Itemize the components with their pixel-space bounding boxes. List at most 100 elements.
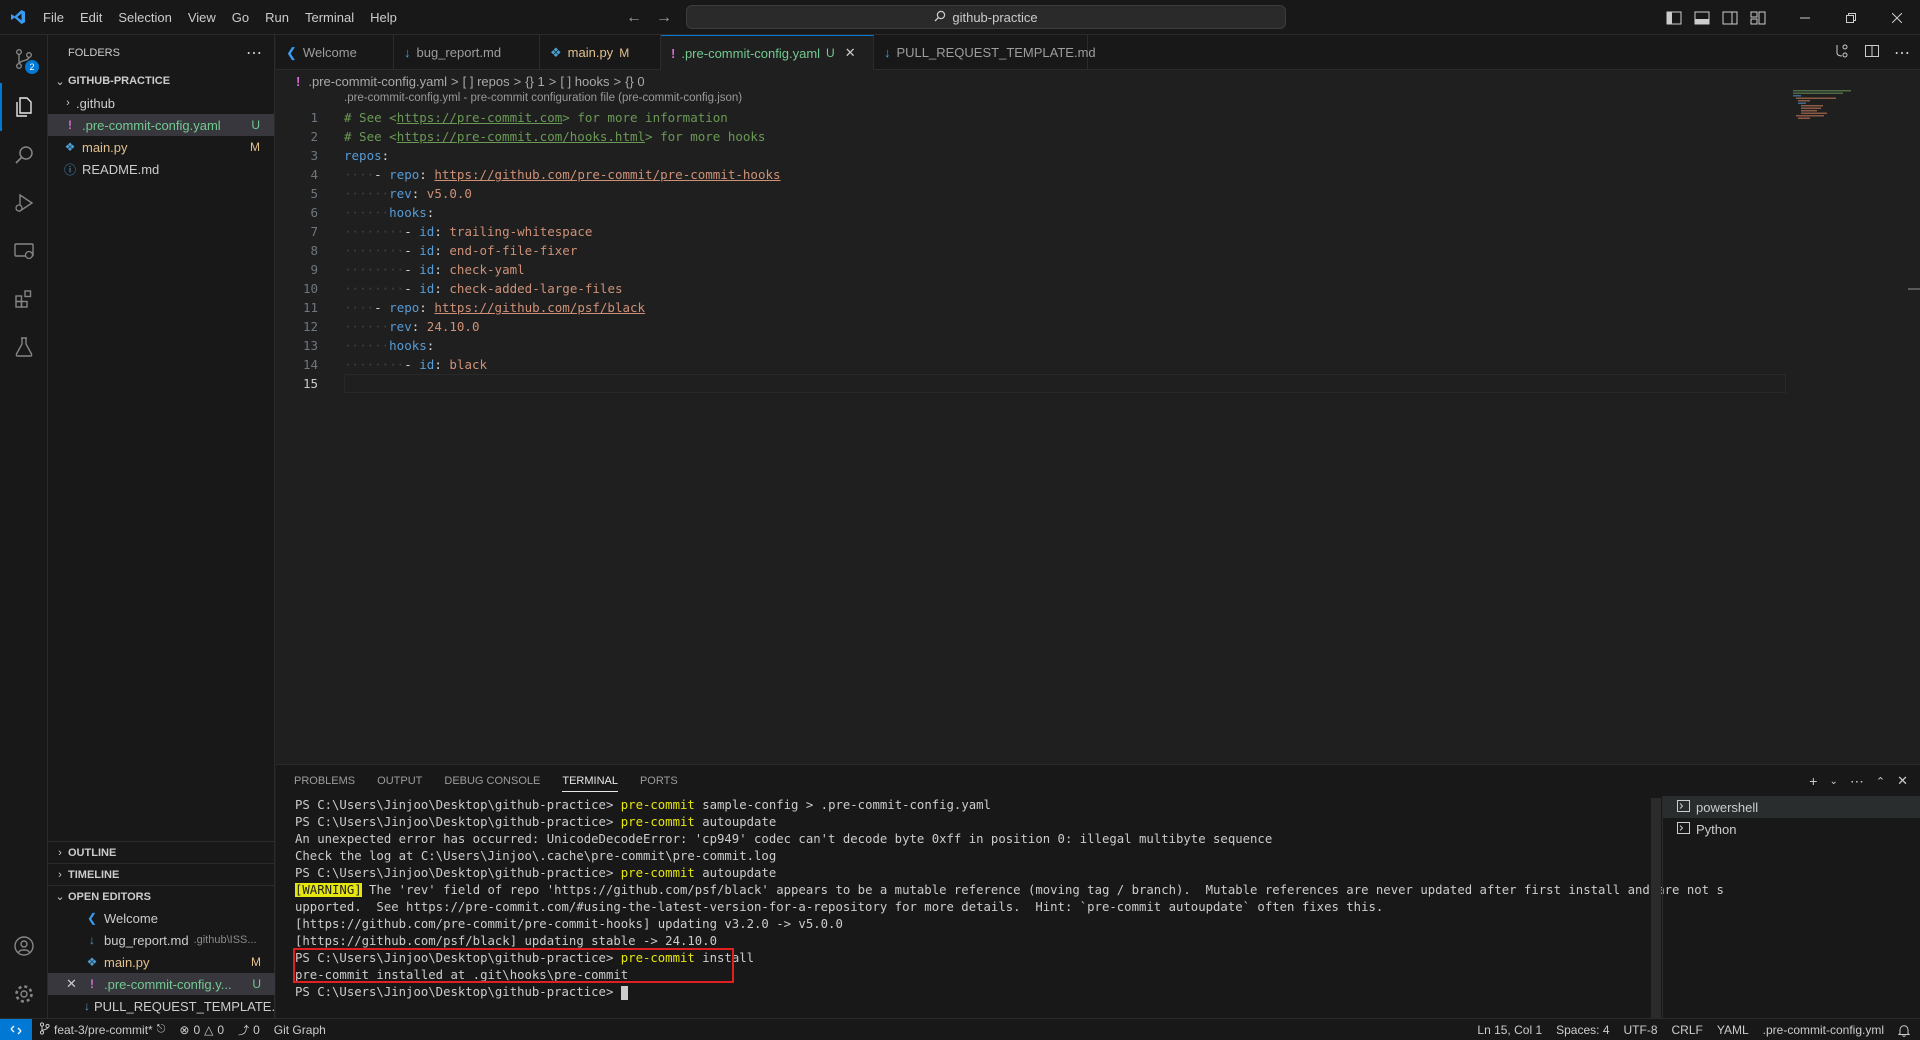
menu-terminal[interactable]: Terminal: [297, 0, 362, 35]
minimize-icon[interactable]: [1782, 0, 1828, 35]
tab-problems[interactable]: PROBLEMS: [294, 775, 355, 787]
command-center[interactable]: github-practice: [686, 5, 1286, 29]
code-link[interactable]: https://pre-commit.com: [397, 110, 563, 125]
tab-pr-template[interactable]: ↓ PULL_REQUEST_TEMPLATE.md: [874, 35, 1096, 70]
outline-section[interactable]: › OUTLINE: [48, 841, 275, 863]
breadcrumb-file[interactable]: .pre-commit-config.yaml: [308, 74, 447, 89]
code-link[interactable]: https://pre-commit.com/hooks.html: [397, 129, 645, 144]
open-editor-welcome[interactable]: ❮ Welcome: [48, 907, 275, 929]
menu-edit[interactable]: Edit: [72, 0, 110, 35]
branch-status[interactable]: feat-3/pre-commit* ⎋: [32, 1021, 172, 1038]
tab-welcome[interactable]: ❮ Welcome: [276, 35, 394, 70]
code-editor[interactable]: 1 # See <https://pre-commit.com> for mor…: [276, 108, 1786, 768]
minimap[interactable]: [1793, 90, 1853, 120]
accounts-icon[interactable]: [0, 922, 48, 970]
breadcrumb-item-0[interactable]: {} 0: [625, 74, 645, 89]
language-mode[interactable]: YAML: [1710, 1023, 1756, 1037]
code-link[interactable]: https://github.com/pre-commit/pre-commit…: [434, 167, 780, 182]
eol-status[interactable]: CRLF: [1665, 1023, 1710, 1037]
close-editor-icon[interactable]: ✕: [66, 976, 84, 992]
toggle-secondary-sidebar-icon[interactable]: [1716, 0, 1744, 35]
close-tab-icon[interactable]: ✕: [845, 45, 856, 61]
yaml-file-icon: !: [90, 977, 94, 991]
more-actions-icon[interactable]: ⋯: [246, 43, 262, 63]
terminal-item-powershell[interactable]: powershell: [1663, 796, 1920, 818]
menu-go[interactable]: Go: [224, 0, 257, 35]
more-actions-icon[interactable]: ⋯: [1894, 43, 1910, 63]
tab-debug-console[interactable]: DEBUG CONSOLE: [444, 775, 540, 787]
code-line: 1 # See <https://pre-commit.com> for mor…: [310, 110, 728, 125]
new-terminal-icon[interactable]: +: [1809, 773, 1817, 789]
python-file-icon: ❖: [86, 955, 98, 969]
tab-bug-report[interactable]: ↓ bug_report.md: [394, 35, 540, 70]
tab-main-py[interactable]: ❖ main.py M: [540, 35, 661, 70]
terminal-scrollbar[interactable]: [1651, 798, 1661, 1018]
open-editor-pr-template[interactable]: ↓ PULL_REQUEST_TEMPLATE...: [48, 995, 275, 1017]
open-editor-precommit-config[interactable]: ✕ ! .pre-commit-config.y... U: [48, 973, 275, 995]
back-arrow-icon[interactable]: ←: [626, 9, 642, 27]
problems-status[interactable]: ⊗ 0 △ 0: [172, 1023, 231, 1037]
menu-selection[interactable]: Selection: [110, 0, 179, 35]
tab-precommit-config[interactable]: ! .pre-commit-config.yaml U ✕: [661, 35, 874, 70]
encoding-status[interactable]: UTF-8: [1617, 1023, 1665, 1037]
chevron-down-icon[interactable]: ⌄: [1829, 776, 1837, 787]
yaml-file-icon: !: [671, 45, 676, 61]
terminal-item-python[interactable]: Python: [1663, 818, 1920, 840]
menu-help[interactable]: Help: [362, 0, 405, 35]
toggle-panel-icon[interactable]: [1688, 0, 1716, 35]
schema-code-lens[interactable]: .pre-commit-config.yml - pre-commit conf…: [344, 92, 742, 104]
open-editor-main-py[interactable]: ❖ main.py M: [48, 951, 275, 973]
breadcrumb-hooks[interactable]: [ ] hooks: [560, 74, 609, 89]
maximize-panel-icon[interactable]: ⌃: [1876, 775, 1885, 788]
restore-icon[interactable]: [1828, 0, 1874, 35]
chevron-right-icon: ›: [58, 846, 62, 859]
git-graph-button[interactable]: Git Graph: [267, 1023, 333, 1037]
tree-item-github-folder[interactable]: › .github: [48, 92, 274, 114]
notifications-bell-icon[interactable]: [1891, 1024, 1920, 1037]
close-window-icon[interactable]: [1874, 0, 1920, 35]
source-control-icon[interactable]: 2: [0, 35, 48, 83]
menu-view[interactable]: View: [180, 0, 224, 35]
python-file-icon: ❖: [64, 140, 76, 154]
tree-item-precommit-config[interactable]: ! .pre-commit-config.yaml U: [48, 114, 274, 136]
tree-item-main-py[interactable]: ❖ main.py M: [48, 136, 274, 158]
menu-file[interactable]: File: [35, 0, 72, 35]
cursor-position[interactable]: Ln 15, Col 1: [1470, 1023, 1549, 1037]
remote-indicator-icon[interactable]: [0, 1018, 32, 1040]
menu-run[interactable]: Run: [257, 0, 297, 35]
run-debug-icon[interactable]: [0, 179, 48, 227]
timeline-section[interactable]: › TIMELINE: [48, 863, 275, 885]
customize-layout-icon[interactable]: [1744, 0, 1772, 35]
tree-item-readme[interactable]: ⓘ README.md: [48, 158, 274, 180]
code-line: 2 # See <https://pre-commit.com/hooks.ht…: [310, 129, 766, 144]
open-editor-bug-report[interactable]: ↓ bug_report.md .github\ISS...: [48, 929, 275, 951]
open-changes-icon[interactable]: [1834, 43, 1850, 62]
chevron-down-icon: ⌄: [55, 891, 65, 903]
forward-arrow-icon[interactable]: →: [656, 9, 672, 27]
breadcrumb-repos[interactable]: [ ] repos: [463, 74, 510, 89]
search-view-icon[interactable]: [0, 131, 48, 179]
open-editors-section[interactable]: ⌄ OPEN EDITORS: [48, 885, 275, 907]
breadcrumb-separator: >: [513, 73, 522, 89]
more-actions-icon[interactable]: ⋯: [1850, 773, 1864, 790]
warning-icon: △: [204, 1022, 214, 1037]
ports-status[interactable]: ⤴ 0: [231, 1022, 267, 1038]
tab-ports[interactable]: PORTS: [640, 775, 678, 787]
explorer-icon[interactable]: [0, 83, 48, 131]
close-panel-icon[interactable]: ✕: [1897, 773, 1908, 789]
toggle-primary-sidebar-icon[interactable]: [1660, 0, 1688, 35]
tab-output[interactable]: OUTPUT: [377, 775, 422, 787]
code-link[interactable]: https://github.com/psf/black: [434, 300, 645, 315]
testing-flask-icon[interactable]: [0, 323, 48, 371]
extensions-icon[interactable]: [0, 275, 48, 323]
workspace-root[interactable]: ⌄ GITHUB-PRACTICE: [48, 70, 274, 92]
json-schema-status[interactable]: .pre-commit-config.yml: [1756, 1023, 1891, 1037]
indentation-status[interactable]: Spaces: 4: [1549, 1023, 1616, 1037]
code-line: 10 ········- id: check-added-large-files: [302, 281, 623, 296]
search-icon: [934, 10, 946, 25]
remote-explorer-icon[interactable]: [0, 227, 48, 275]
breadcrumb-item-1[interactable]: {} 1: [525, 74, 545, 89]
split-editor-icon[interactable]: [1864, 43, 1880, 62]
settings-gear-icon[interactable]: [0, 970, 48, 1018]
tab-terminal[interactable]: TERMINAL: [562, 770, 618, 792]
